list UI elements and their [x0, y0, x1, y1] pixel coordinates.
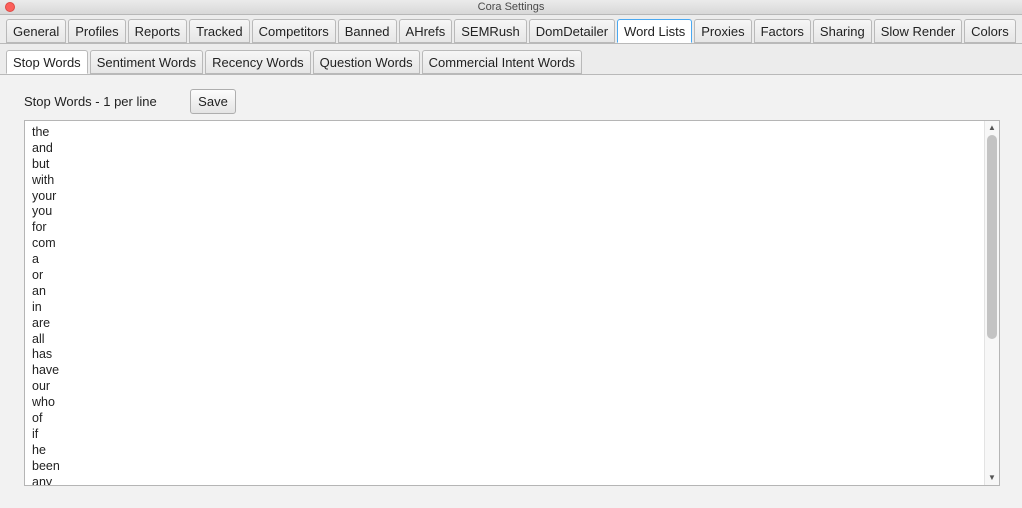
stop-word-line: have — [32, 363, 60, 378]
tab-ahrefs[interactable]: AHrefs — [398, 19, 453, 43]
tab-proxies[interactable]: Proxies — [694, 19, 752, 43]
stop-word-line: of — [32, 411, 43, 426]
sub-tab-bar: Stop Words Sentiment Words Recency Words… — [6, 50, 584, 74]
stop-word-line: your — [32, 188, 57, 203]
stop-word-line: has — [32, 347, 53, 362]
tab-banned[interactable]: Banned — [337, 19, 397, 43]
window-title: Cora Settings — [477, 1, 545, 13]
save-button[interactable]: Save — [190, 89, 236, 114]
stop-word-line: or — [32, 268, 44, 283]
stop-word-line: you — [32, 204, 53, 219]
tab-reports[interactable]: Reports — [127, 19, 188, 43]
stop-words-textarea[interactable]: the and but with your you for com a or an in are all h… — [24, 120, 1000, 486]
stop-word-line: for — [32, 220, 47, 235]
stop-word-line: but — [32, 156, 50, 171]
stop-word-line: who — [32, 395, 55, 410]
tab-profiles[interactable]: Profiles — [68, 19, 126, 43]
tab-factors[interactable]: Factors — [753, 19, 811, 43]
vertical-scrollbar[interactable]: ▲ ▼ — [984, 121, 999, 485]
subtab-sentiment-words[interactable]: Sentiment Words — [89, 50, 204, 74]
tab-colors[interactable]: Colors — [964, 19, 1016, 43]
tab-domdetailer[interactable]: DomDetailer — [528, 19, 616, 43]
stop-word-line: are — [32, 315, 51, 330]
subtab-commercial-intent-words[interactable]: Commercial Intent Words — [421, 50, 583, 74]
scroll-up-icon[interactable]: ▲ — [988, 124, 996, 132]
tab-tracked[interactable]: Tracked — [189, 19, 250, 43]
scroll-down-icon[interactable]: ▼ — [988, 474, 996, 482]
tab-slow-render[interactable]: Slow Render — [873, 19, 963, 43]
tab-sharing[interactable]: Sharing — [812, 19, 872, 43]
tab-semrush[interactable]: SEMRush — [454, 19, 527, 43]
stop-words-label: Stop Words - 1 per line — [24, 94, 157, 109]
stop-word-line: been — [32, 458, 60, 473]
stop-words-list: the and but with your you for com a or an in are all h… — [32, 125, 60, 486]
tab-general[interactable]: General — [6, 19, 67, 43]
stop-word-line: our — [32, 379, 51, 394]
subtab-stop-words[interactable]: Stop Words — [6, 50, 88, 74]
stop-word-line: the — [32, 125, 50, 139]
stop-word-line: he — [32, 442, 46, 457]
title-bar: Cora Settings — [0, 0, 1022, 15]
subtab-question-words[interactable]: Question Words — [312, 50, 420, 74]
stop-word-line: in — [32, 299, 42, 314]
stop-word-line: and — [32, 140, 53, 155]
stop-word-line: if — [32, 426, 39, 441]
scrollbar-thumb[interactable] — [987, 135, 997, 339]
tab-word-lists[interactable]: Word Lists — [617, 19, 693, 43]
subtab-recency-words[interactable]: Recency Words — [205, 50, 311, 74]
stop-word-line: com — [32, 236, 56, 251]
tab-competitors[interactable]: Competitors — [251, 19, 336, 43]
stop-word-line: all — [32, 331, 45, 346]
top-tab-bar: General Profiles Reports Tracked Competi… — [6, 19, 1018, 43]
stop-word-line: any — [32, 474, 53, 486]
stop-word-line: an — [32, 283, 46, 298]
stop-word-line: with — [32, 172, 55, 187]
stop-word-line: a — [32, 252, 39, 267]
